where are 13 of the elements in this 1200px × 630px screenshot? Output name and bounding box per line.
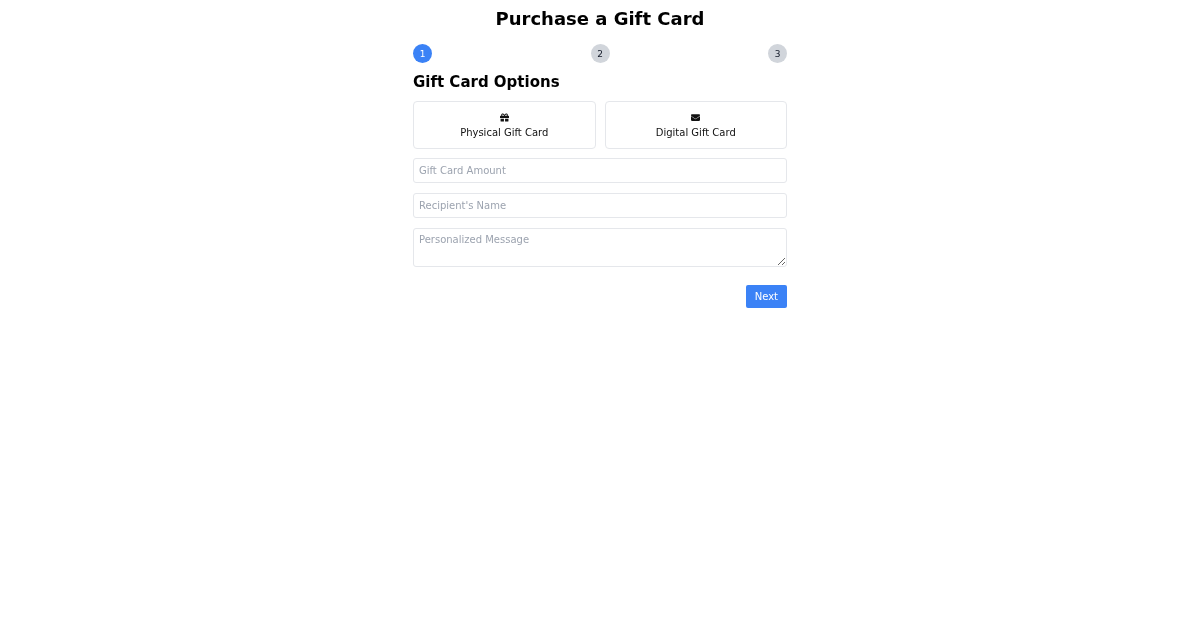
input-field[interactable]: Recipient's Name <box>413 193 787 218</box>
step-indicator: 1 <box>413 44 432 63</box>
step-indicator: 2 <box>590 44 610 63</box>
next-button[interactable]: Next <box>745 285 787 308</box>
section-heading: Gift Card Options <box>413 73 560 91</box>
envelope-icon <box>691 112 701 122</box>
input-field[interactable]: Gift Card Amount <box>413 158 787 183</box>
option-card[interactable]: Digital Gift Card <box>604 101 787 149</box>
message-field[interactable]: Personalized Message <box>413 228 787 267</box>
option-card[interactable]: Physical Gift Card <box>413 101 596 149</box>
page-title: Purchase a Gift Card <box>495 8 705 30</box>
gift-icon <box>499 112 509 122</box>
step-indicator: 3 <box>768 44 787 63</box>
